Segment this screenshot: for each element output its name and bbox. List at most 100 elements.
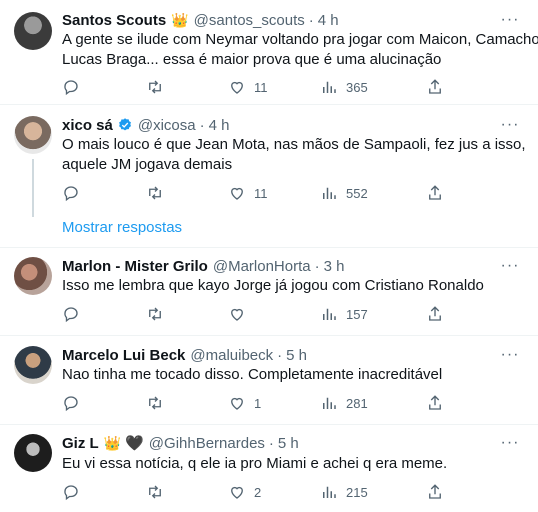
share-button[interactable] (426, 184, 444, 207)
more-options-icon[interactable]: ··· (500, 433, 520, 453)
tweet-text-line: Nao tinha me tocado disso. Completamente… (62, 366, 443, 383)
more-options-icon[interactable]: ··· (500, 256, 520, 276)
tweet-text-line: Eu vi essa notícia, q ele ia pro Miami e… (62, 455, 448, 472)
share-button[interactable] (426, 394, 444, 417)
share-button[interactable] (426, 305, 444, 328)
action-bar: 11 552 (62, 184, 452, 204)
timestamp[interactable]: 5 h (278, 435, 299, 452)
tweet-header: Giz L 👑 🖤 @GihhBernardes · 5 h (62, 433, 299, 453)
retweet-button[interactable] (146, 184, 164, 202)
more-options-icon[interactable]: ··· (500, 345, 520, 365)
author-name[interactable]: Marlon - Mister Grilo (62, 258, 208, 275)
retweet-icon (149, 307, 161, 321)
views-button[interactable]: 157 (320, 305, 368, 323)
reply-button[interactable] (62, 483, 80, 501)
retweet-icon (149, 186, 161, 200)
reply-icon (64, 186, 78, 202)
views-button[interactable]: 552 (320, 184, 368, 202)
views-icon (323, 486, 336, 498)
tweet[interactable]: Giz L 👑 🖤 @GihhBernardes · 5 h ··· Eu vi… (0, 425, 538, 512)
share-icon (429, 395, 441, 410)
share-icon (429, 185, 441, 200)
author-name[interactable]: Marcelo Lui Beck (62, 347, 185, 364)
separator-dot: · (314, 257, 320, 275)
more-options-icon[interactable]: ··· (500, 10, 520, 30)
views-button[interactable]: 365 (320, 78, 368, 96)
views-button[interactable]: 281 (320, 394, 368, 412)
action-bar: 1 281 (62, 394, 452, 414)
like-button[interactable]: 11 (228, 184, 268, 202)
tweet-header: xico sá @xicosa · 4 h (62, 115, 229, 135)
retweet-icon (149, 396, 161, 410)
black-heart-emoji-icon: 🖤 (125, 435, 144, 452)
retweet-button[interactable] (146, 483, 164, 501)
author-handle[interactable]: @santos_scouts (194, 12, 305, 29)
reply-button[interactable] (62, 305, 80, 323)
like-count: 1 (254, 395, 262, 411)
reply-button[interactable] (62, 78, 80, 96)
timestamp[interactable]: 4 h (209, 117, 230, 134)
author-name[interactable]: Santos Scouts (62, 12, 166, 29)
tweet-text: A gente se ilude com Neymar voltando pra… (62, 30, 538, 70)
view-count: 215 (346, 484, 368, 500)
show-replies-link[interactable]: Mostrar respostas (62, 219, 182, 236)
action-bar: 11 365 (62, 78, 452, 98)
reply-button[interactable] (62, 184, 80, 202)
author-handle[interactable]: @MarlonHorta (213, 258, 311, 275)
share-button[interactable] (426, 483, 444, 506)
tweet[interactable]: Marcelo Lui Beck @maluibeck · 5 h ··· Na… (0, 336, 538, 424)
more-options-icon[interactable]: ··· (500, 115, 520, 135)
thread-line (32, 159, 34, 217)
reply-button[interactable] (62, 394, 80, 412)
author-handle[interactable]: @maluibeck (190, 347, 273, 364)
author-name[interactable]: Giz L (62, 435, 99, 452)
like-count: 2 (254, 484, 262, 500)
like-count: 11 (254, 79, 268, 95)
timestamp[interactable]: 3 h (324, 258, 345, 275)
separator-dot: · (308, 11, 314, 29)
views-icon (323, 397, 336, 409)
separator-dot: · (277, 346, 283, 364)
retweet-button[interactable] (146, 394, 164, 412)
view-count: 365 (346, 79, 368, 95)
like-icon (231, 81, 243, 94)
retweet-button[interactable] (146, 78, 164, 96)
avatar[interactable] (14, 12, 52, 50)
tweet[interactable]: Santos Scouts 👑 @santos_scouts · 4 h ···… (0, 0, 538, 104)
avatar[interactable] (14, 116, 52, 154)
share-icon (429, 79, 441, 94)
author-handle[interactable]: @xicosa (138, 117, 196, 134)
avatar[interactable] (14, 257, 52, 295)
reply-icon (64, 396, 78, 412)
avatar[interactable] (14, 346, 52, 384)
share-button[interactable] (426, 78, 444, 101)
like-icon (231, 308, 243, 321)
tweet-text: Nao tinha me tocado disso. Completamente… (62, 365, 522, 385)
action-bar: 157 (62, 305, 452, 325)
views-icon (323, 81, 336, 93)
tweet-header: Marcelo Lui Beck @maluibeck · 5 h (62, 345, 307, 365)
like-button[interactable] (228, 305, 246, 323)
author-handle[interactable]: @GihhBernardes (149, 435, 265, 452)
views-button[interactable]: 215 (320, 483, 368, 501)
reply-icon (64, 485, 78, 501)
avatar[interactable] (14, 434, 52, 472)
like-button[interactable]: 11 (228, 78, 268, 96)
crown-emoji-icon: 👑 (171, 12, 189, 28)
timestamp[interactable]: 5 h (286, 347, 307, 364)
tweet-header: Marlon - Mister Grilo @MarlonHorta · 3 h (62, 256, 344, 276)
tweet-text: Eu vi essa notícia, q ele ia pro Miami e… (62, 454, 522, 474)
tweet[interactable]: xico sá @xicosa · 4 h ··· O mais louco é… (0, 105, 538, 247)
reply-icon (64, 307, 78, 323)
author-name[interactable]: xico sá (62, 117, 113, 134)
like-button[interactable]: 1 (228, 394, 261, 412)
like-icon (231, 397, 243, 410)
retweet-icon (149, 80, 161, 94)
tweet[interactable]: Marlon - Mister Grilo @MarlonHorta · 3 h… (0, 248, 538, 335)
separator-dot: · (268, 434, 274, 452)
retweet-button[interactable] (146, 305, 164, 323)
timestamp[interactable]: 4 h (318, 12, 339, 29)
like-count: 11 (254, 185, 268, 201)
like-button[interactable]: 2 (228, 483, 261, 501)
tweet-text-line: aquele JM jogava demais (62, 156, 233, 173)
